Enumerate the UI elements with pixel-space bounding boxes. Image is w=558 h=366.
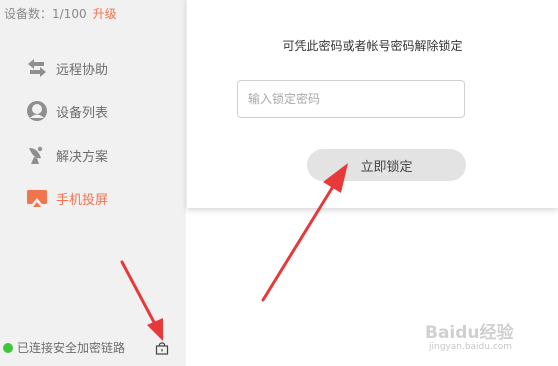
connection-status: 已连接安全加密链路 — [3, 339, 125, 356]
device-count-text: 设备数：1/100 — [4, 7, 87, 21]
device-list-icon — [26, 100, 48, 122]
sidebar-item-screen-cast[interactable]: 手机投屏 — [26, 186, 108, 210]
sidebar-item-label: 设备列表 — [56, 105, 109, 121]
lock-hint: 可凭此密码或者帐号密码解除锁定 — [282, 39, 463, 53]
sidebar-item-label: 手机投屏 — [56, 192, 109, 208]
sidebar: 设备数：1/100 升级 远程协助 设备列表 解决方案 手机投屏 已连接安全加密… — [0, 0, 186, 366]
screen-cast-icon — [26, 187, 48, 209]
lock-now-button[interactable]: 立即锁定 — [307, 149, 466, 181]
watermark-url: jingyan.baidu.com — [429, 342, 513, 352]
lock-panel: 可凭此密码或者帐号密码解除锁定 立即锁定 — [187, 0, 558, 208]
sidebar-item-device-list[interactable]: 设备列表 — [26, 99, 108, 123]
swap-arrows-icon — [26, 57, 48, 79]
lock-password-input[interactable] — [237, 80, 465, 118]
watermark-text: Baidu经验 — [425, 323, 514, 343]
lock-button[interactable] — [155, 340, 169, 355]
device-count: 设备数：1/100 升级 — [4, 5, 117, 22]
sidebar-item-label: 解决方案 — [56, 149, 109, 165]
sidebar-item-label: 远程协助 — [56, 62, 109, 78]
status-dot-icon — [3, 342, 13, 353]
baidu-watermark: Baidu经验 jingyan.baidu.com — [425, 318, 537, 358]
sidebar-item-solutions[interactable]: 解决方案 — [26, 143, 108, 167]
app-window: 设备数：1/100 升级 远程协助 设备列表 解决方案 手机投屏 已连接安全加密… — [0, 0, 558, 366]
lock-icon — [155, 342, 169, 355]
sidebar-item-remote-assist[interactable]: 远程协助 — [26, 56, 108, 80]
status-text: 已连接安全加密链路 — [17, 341, 126, 355]
upgrade-link[interactable]: 升级 — [93, 7, 117, 21]
satellite-dish-icon — [26, 144, 48, 166]
